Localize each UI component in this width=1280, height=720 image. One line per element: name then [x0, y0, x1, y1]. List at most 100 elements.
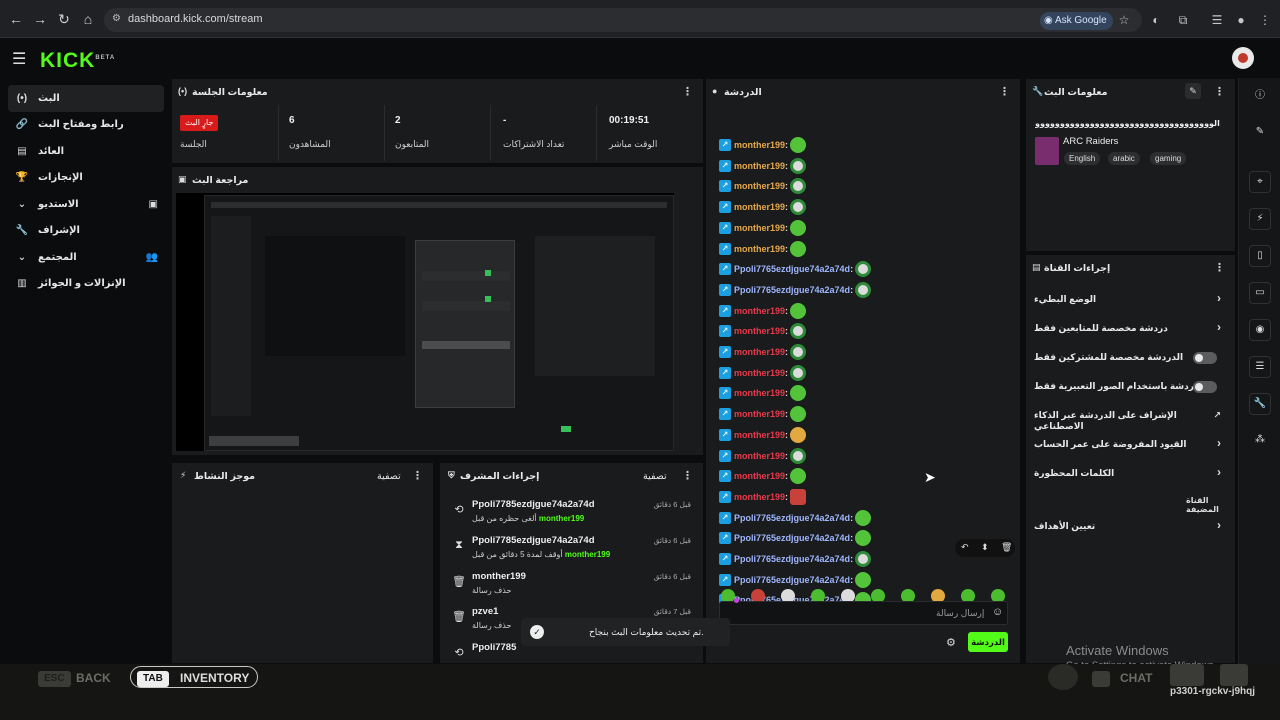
chat-message[interactable]: ↗ monther199:: [719, 240, 807, 258]
ai-moderation-row[interactable]: الإشراف على الدردشة عبر الذكاء الاصطناعي…: [1034, 402, 1227, 431]
chat-username[interactable]: Ppoli7765ezdjgue74a2a74d: [734, 285, 850, 295]
chat-username[interactable]: monther199: [734, 161, 785, 171]
scan-icon[interactable]: ⌖: [1249, 171, 1271, 193]
chat-message[interactable]: ↗Ppoli7765ezdjgue74a2a74d:: [719, 550, 872, 568]
mod-action-user[interactable]: pzve1: [472, 606, 498, 617]
pin-icon[interactable]: ⬍: [981, 542, 989, 553]
kick-logo[interactable]: KICKBETA: [40, 49, 115, 73]
address-bar[interactable]: ⚙ dashboard.kick.com/stream: [104, 8, 1142, 32]
chat-username[interactable]: monther199: [734, 347, 785, 357]
edit-icon[interactable]: ✎: [1249, 122, 1271, 144]
mod-action-by[interactable]: monther199: [539, 514, 584, 523]
document-icon[interactable]: ▯: [1249, 245, 1271, 267]
chat-message[interactable]: ↗ monther199:: [719, 364, 807, 382]
sidebar-item-community[interactable]: ⌄ المجتمع 👥: [8, 244, 164, 271]
chat-message[interactable]: ↗Ppoli7765ezdjgue74a2a74d:: [719, 509, 872, 527]
reload-icon[interactable]: ↻: [54, 9, 74, 29]
mod-action-user[interactable]: Ppoli7785ezdjgue74a2a74d: [472, 535, 595, 546]
chat-message[interactable]: ↗ monther199:: [719, 426, 807, 444]
chat-username[interactable]: monther199: [734, 223, 785, 233]
site-info-icon[interactable]: ⚙: [112, 13, 121, 24]
chat-message[interactable]: ↗Ppoli7765ezdjgue74a2a74d:: [719, 571, 872, 589]
chat-username[interactable]: monther199: [734, 368, 785, 378]
chat-username[interactable]: monther199: [734, 306, 785, 316]
chat-username[interactable]: monther199: [734, 326, 785, 336]
chat-send-button[interactable]: الدردشة: [968, 632, 1008, 652]
chat-message[interactable]: ↗ monther199:: [719, 447, 807, 465]
chat-username[interactable]: Ppoli7765ezdjgue74a2a74d: [734, 533, 850, 543]
tag-chip[interactable]: English: [1064, 152, 1101, 165]
chat-message[interactable]: ↗Ppoli7765ezdjgue74a2a74d:: [719, 260, 872, 278]
chat-message[interactable]: ↗ monther199:: [719, 467, 807, 485]
stream-preview-video[interactable]: [176, 193, 674, 451]
mod-action-by[interactable]: monther199: [565, 550, 610, 559]
sidebar-item-moderation[interactable]: 🔧 الإشراف: [8, 218, 164, 245]
chat-username[interactable]: monther199: [734, 202, 785, 212]
chat-message[interactable]: ↗ monther199:: [719, 322, 807, 340]
mod-action-user[interactable]: Ppoli7785: [472, 642, 516, 653]
chat-message[interactable]: ↗ monther199:: [719, 405, 807, 423]
chat-message[interactable]: ↗ monther199:: [719, 302, 807, 320]
more-icon[interactable]: ⋮: [1214, 261, 1225, 274]
forward-icon[interactable]: →: [30, 9, 50, 29]
account-age-row[interactable]: القيود المفروضة على عمر الحساب ›: [1034, 431, 1227, 460]
chat-message[interactable]: ↗ monther199:: [719, 488, 807, 506]
apps-icon[interactable]: ⁂: [1249, 430, 1271, 452]
emotes-only-toggle[interactable]: [1193, 381, 1217, 393]
chat-username[interactable]: monther199: [734, 471, 785, 481]
chat-username[interactable]: monther199: [734, 451, 785, 461]
hamburger-icon[interactable]: ☰: [12, 49, 26, 69]
tab-search-icon[interactable]: ☰: [1208, 11, 1226, 29]
broadcast-icon[interactable]: ◉: [1249, 319, 1271, 341]
sidebar-item-stream[interactable]: (•) البث: [8, 85, 164, 112]
chat-username[interactable]: monther199: [734, 492, 785, 502]
banned-words-row[interactable]: الكلمات المحظورة ›: [1034, 460, 1227, 489]
menu-icon[interactable]: ⋮: [1256, 11, 1274, 29]
followers-only-row[interactable]: دردشة مخصصة للمتابعين فقط ›: [1034, 315, 1227, 344]
set-goals-row[interactable]: تعيين الأهداف ›: [1034, 513, 1227, 542]
profile-icon[interactable]: ●: [1232, 11, 1250, 29]
layers-icon[interactable]: ☰: [1249, 356, 1271, 378]
chat-input-box[interactable]: إرسال رسالة ☺: [719, 598, 1008, 625]
more-icon[interactable]: ⋮: [999, 85, 1010, 98]
tag-chip[interactable]: arabic: [1108, 152, 1140, 165]
undo-icon[interactable]: ↶: [961, 542, 969, 553]
home-icon[interactable]: ⌂: [78, 9, 98, 29]
sidebar-item-stream-key[interactable]: 🔗 رابط ومفتاح البث: [8, 112, 164, 139]
chat-message[interactable]: ↗ monther199:: [719, 136, 807, 154]
chat-message[interactable]: ↗ monther199:: [719, 343, 807, 361]
chat-message[interactable]: ↗ monther199:: [719, 177, 807, 195]
chat-username[interactable]: Ppoli7765ezdjgue74a2a74d: [734, 554, 850, 564]
tag-chip[interactable]: gaming: [1150, 152, 1187, 165]
chat-username[interactable]: Ppoli7765ezdjgue74a2a74d: [734, 575, 850, 585]
chat-message[interactable]: ↗ monther199:: [719, 157, 807, 175]
bookmark-star-icon[interactable]: ☆: [1115, 11, 1133, 29]
chat-message[interactable]: ↗ monther199:: [719, 384, 807, 402]
filter-button[interactable]: تصفية: [643, 471, 667, 482]
trash-icon[interactable]: 🗑: [1001, 542, 1012, 553]
category-name[interactable]: ARC Raiders: [1063, 136, 1118, 147]
chat-message[interactable]: ↗ monther199:: [719, 219, 807, 237]
chat-username[interactable]: monther199: [734, 388, 785, 398]
chat-username[interactable]: monther199: [734, 244, 785, 254]
chat-message[interactable]: ↗ monther199:: [719, 198, 807, 216]
chat-message[interactable]: ↗Ppoli7765ezdjgue74a2a74d:: [719, 529, 872, 547]
emoji-icon[interactable]: ☺: [992, 606, 1003, 618]
more-icon[interactable]: ⋮: [682, 469, 693, 482]
chat-message[interactable]: ↗Ppoli7765ezdjgue74a2a74d:: [719, 281, 872, 299]
chat-username[interactable]: monther199: [734, 409, 785, 419]
chat-username[interactable]: monther199: [734, 181, 785, 191]
filter-button[interactable]: تصفية: [377, 471, 401, 482]
ask-google-button[interactable]: ◉ Ask Google: [1040, 12, 1113, 30]
avatar[interactable]: [1232, 47, 1254, 69]
settings-icon[interactable]: ⚙: [946, 636, 956, 649]
info-icon[interactable]: ⓘ: [1249, 86, 1271, 108]
puzzle-icon[interactable]: ⧉: [1174, 11, 1192, 29]
chat-username[interactable]: Ppoli7765ezdjgue74a2a74d: [734, 513, 850, 523]
slow-mode-row[interactable]: الوضع البطيء ›: [1034, 286, 1227, 315]
bolt-icon[interactable]: ⚡: [1249, 208, 1271, 230]
back-icon[interactable]: ←: [6, 9, 26, 29]
sidebar-item-drops[interactable]: ▥ الإنزالات و الجوائز: [8, 271, 164, 298]
more-icon[interactable]: ⋮: [682, 85, 693, 98]
chat-username[interactable]: monther199: [734, 430, 785, 440]
